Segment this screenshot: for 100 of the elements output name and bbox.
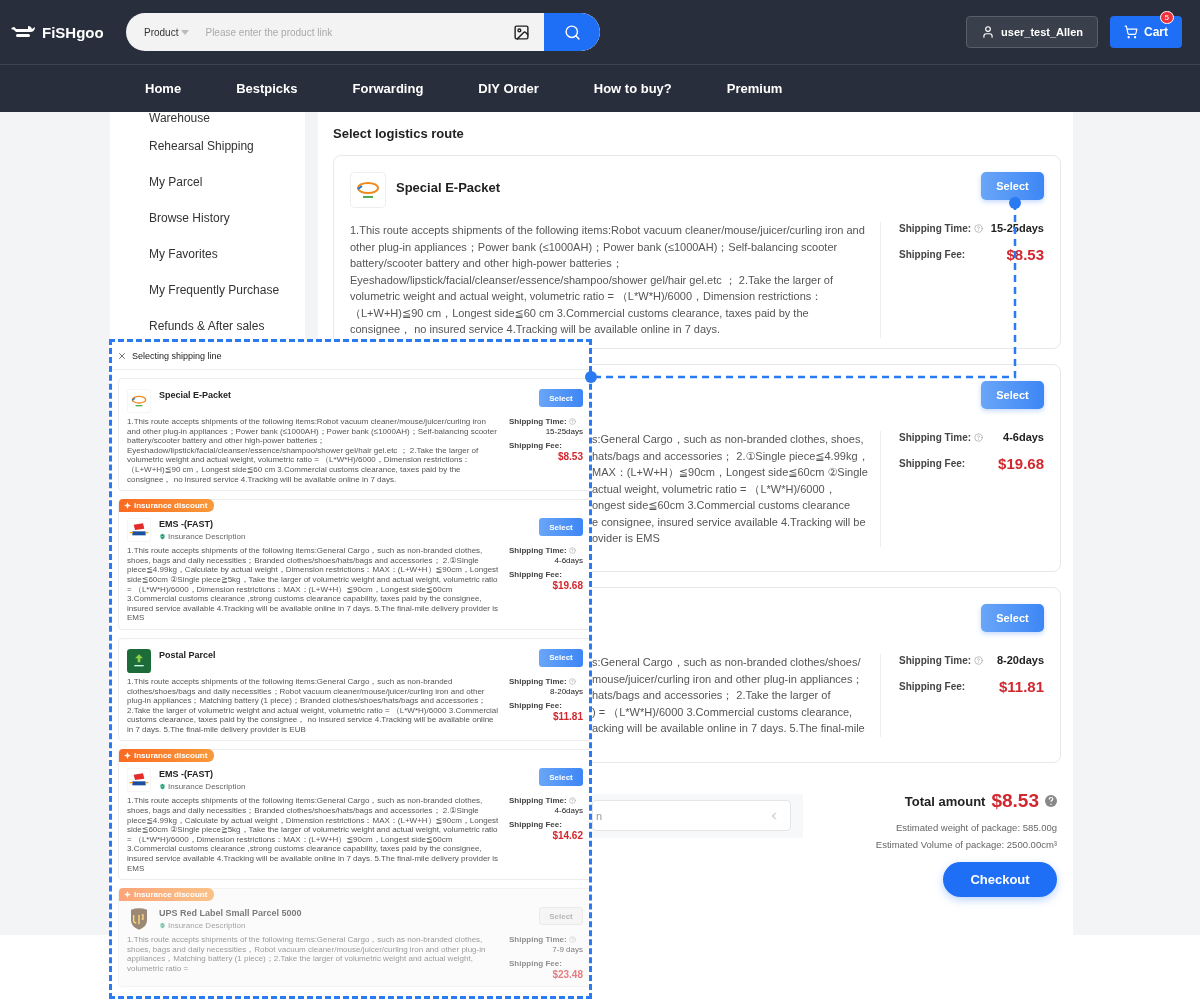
section-title: Select logistics route (333, 126, 465, 141)
shipping-time: 4-6days (554, 806, 583, 816)
shipping-time: 8-20days (995, 654, 1044, 666)
search-field[interactable]: Please enter the product link (203, 25, 513, 39)
discount-badge: Insurance discount (119, 749, 215, 763)
nav-link[interactable]: DIY Order (478, 80, 539, 96)
shipping-time: 15-25days (989, 222, 1044, 234)
route-description: 1.This route accepts shipments of the following items:General Cargo，such as non-branded clothes, shoes, bags and daily necessities；Branded clothes/shoes/hats/bags and accessories； 2.①Single piece≦4.99kg，Calculate by actual weight，Dimension restrictions：MAX：(L+W+H）≦90cm，Longest side≦60cm ②Single piece≧5kg，Take the larger of volumetric weight and actual weight, volumetric ratio = （L*W*H)/6000，Dimension restrictions：MAX：(L+W+H）≦90cm，Longest side≦60cm 3.Commercial customs clearance ,strong customs clearance capability, taxes paid by the consignee, insured service available 4.Tracking will be available online in 7 days. 5.The final-mile delivery provider is EMS (127, 796, 499, 874)
route-logo-icon (127, 518, 151, 543)
help-icon (568, 677, 576, 685)
panel-title: Selecting shipping line (132, 350, 222, 361)
shipping-fee-label: Shipping Fee: (899, 457, 967, 471)
route-description-line: ) = （L*W*H)/6000 3.Commercial customs clearance, (592, 704, 854, 720)
route-description-line: ovider is EMS (592, 531, 661, 546)
help-icon (568, 797, 576, 805)
sparkle-icon (124, 502, 131, 510)
package-volume: Estimated Volume of package: 2500.00cm³ (875, 839, 1057, 850)
shipping-fee: $8.53 (1005, 246, 1044, 263)
sparkle-icon (124, 891, 131, 899)
package-weight: Estimated weight of package: 585.00g (895, 822, 1057, 833)
sidebar-item[interactable]: Rehearsal Shipping (110, 137, 305, 155)
shipping-time-label: Shipping Time: (899, 431, 984, 443)
shipping-fee: $19.68 (552, 580, 583, 592)
route-description: 1.This route accepts shipments of the following items:Robot vacuum cleaner/mouse/juicer/curling iron and other plug-in appliances；Power bank (≤1000AH)；Power bank (≤1000AH)；Self-balancing scooter battery/scooter battery and other high-power batteries；Eyeshadow/lipstick/facial/cleanser/essence/shampoo/shower gel/hair gel.etc ； 2.Take the larger of volumetric weight and actual weight, volumetric ratio = （L*W*H)/6000，Dimension restrictions：（L+W+H)≦90 cm，Longest side≦60 cm 3.Commercial customs clearance, taxes paid by the consignee， no insured service 4.Tracking will be available online in 7 days. (127, 417, 498, 485)
help-icon (974, 432, 984, 442)
image-search-icon[interactable] (513, 23, 530, 41)
route-name: Special E-Packet (396, 180, 501, 195)
brand-logo[interactable]: FiSHgoo (42, 23, 104, 41)
nav-link[interactable]: Bestpicks (236, 80, 298, 96)
insurance-link[interactable]: Insurance Description (159, 782, 246, 792)
help-icon (1045, 795, 1057, 807)
shipping-time: 8-20days (550, 686, 583, 696)
route-description-line: acking will be available online in 7 days. 5.The final-mile (592, 721, 865, 736)
nav-link[interactable]: Premium (726, 80, 783, 96)
route-name: UPS Red Label Small Parcel 5000 (159, 908, 302, 919)
shipping-fee: $11.81 (552, 710, 583, 722)
user-icon (981, 25, 996, 39)
search-icon (563, 23, 581, 41)
sidebar-item[interactable]: My Parcel (110, 173, 305, 191)
route-description-line: hats/bags and accessories； 2.①Single piece≦4.99kg， (592, 448, 865, 464)
nav-link[interactable]: Forwarding (352, 80, 424, 96)
shipping-fee: $14.62 (552, 830, 583, 842)
help-icon (974, 655, 984, 665)
shipping-time: 4-6days (554, 556, 583, 566)
shipping-fee-label: Shipping Fee: (509, 570, 562, 580)
route-logo-icon (127, 389, 151, 413)
help-icon (568, 936, 576, 944)
shipping-time-label: Shipping Time: (899, 222, 984, 234)
help-icon (568, 547, 576, 555)
shield-icon (159, 533, 166, 541)
shield-icon (159, 922, 166, 930)
nav-link[interactable]: Home (145, 80, 182, 96)
shipping-fee: $23.48 (552, 969, 583, 981)
discount-badge: Insurance discount (119, 888, 215, 902)
route-description: 1.This route accepts shipments of the following items:Robot vacuum cleaner/mouse/juicer/curling iron and other plug-in appliances；Power bank (≤1000AH)；Power bank (≤1000AH)；Self-balancing scooter battery/scooter battery and other high-power batteries；Eyeshadow/lipstick/facial/cleanser/essence/shampoo/shower gel/hair gel.etc ； 2.Take the larger of volumetric weight and actual weight, volumetric ratio = （L*W*H)/6000，Dimension restrictions：（L+W+H)≦90 cm，Longest side≦60 cm 3.Commercial customs clearance, taxes paid by the consignee， no insured service 4.Tracking will be available online in 7 days. (350, 223, 865, 337)
shipping-time-label: Shipping Time: (509, 935, 576, 945)
route-name: EMS -(FAST) (159, 769, 214, 780)
checkout-button[interactable]: Checkout (943, 862, 1057, 897)
shipping-fee-label: Shipping Fee: (509, 959, 562, 969)
route-description-line: hats/bags and accessories； 2.Take the larger of (592, 688, 832, 703)
discount-badge: Insurance discount (119, 499, 215, 513)
search-button[interactable] (544, 13, 600, 51)
route-description: 1.This route accepts shipments of the following items:General Cargo，such as non-branded clothes, shoes, bags and daily necessities，Robot vacuum cleaner/mouse/juicer/curling iron and other plug-in appliances，Matching battery (1 piece)；2.Take the larger of volumetric weight and actual weight, volumetric ratio = (127, 935, 487, 975)
shipping-time-label: Shipping Time: (509, 676, 576, 686)
route-description-line: actual weight, volumetric ratio = （L*W*H)/6000， (592, 481, 837, 497)
shipping-fee-label: Shipping Fee: (899, 680, 967, 694)
route-name: Postal Parcel (159, 649, 216, 660)
route-name: Special E-Packet (159, 390, 232, 400)
shipping-time-label: Shipping Time: (509, 796, 576, 806)
route-description-line: mouse/juicer/curling iron and other plug-in appliances； (592, 671, 865, 687)
sidebar-item[interactable]: My Favorites (110, 245, 305, 263)
shipping-fee-label: Shipping Fee: (899, 248, 967, 262)
sidebar-item[interactable]: Refunds & After sales (110, 317, 305, 335)
shipping-time: 4-6days (1002, 431, 1044, 443)
category-dropdown[interactable]: Product (126, 26, 190, 38)
shipping-fee: $19.68 (997, 455, 1044, 472)
sidebar-item[interactable]: Browse History (110, 209, 305, 227)
shipping-time: 15-25days (545, 427, 583, 436)
close-icon[interactable] (117, 350, 127, 361)
help-icon (568, 418, 576, 425)
shipping-fee-label: Shipping Fee: (509, 820, 562, 830)
caret-icon (181, 29, 190, 35)
insurance-link[interactable]: Insurance Description (159, 532, 246, 542)
whale-logo-icon (10, 24, 36, 40)
sidebar-item[interactable]: Warehouse (110, 112, 305, 124)
route-logo-icon (127, 768, 151, 793)
shipping-fee: $11.81 (997, 678, 1044, 695)
sidebar-item[interactable]: My Frequently Purchase (110, 281, 305, 299)
route-logo-icon (127, 648, 151, 673)
route-description-line: s:General Cargo，such as non-branded clothes/shoes/ (592, 655, 862, 670)
cart-icon (1124, 25, 1138, 39)
shipping-time: 7-9 days (552, 945, 583, 955)
help-icon (974, 223, 984, 233)
route-description-line: ongest side≦60cm 3.Commercial customs clearance (592, 498, 852, 513)
nav-link[interactable]: How to buy? (593, 80, 672, 96)
route-description-line: e consignee, insured service available 4.Tracking will be (592, 514, 865, 530)
shipping-fee-label: Shipping Fee: (509, 700, 562, 710)
route-description: 1.This route accepts shipments of the following items:General Cargo，such as non-branded clothes, shoes, bags and daily necessities；Branded clothes/shoes/hats/bags and accessories； 2.①Single piece≦4.99kg，Calculate by actual weight，Dimension restrictions：MAX：(L+W+H）≦90cm，Longest side≦60cm ②Single piece≧5kg，Take the larger of volumetric weight and actual weight, volumetric ratio = （L*W*H)/6000，Dimension restrictions：MAX：(L+W+H）≦90cm，Longest side≦60cm 3.Commercial customs clearance ,strong customs clearance capability, taxes paid by the consignee, insured service available 4.Tracking will be available online in 7 days. 5.The final-mile delivery provider is EMS (127, 546, 499, 623)
user-button[interactable]: user_test_Allen (966, 16, 1098, 48)
shipping-time-label: Shipping Time: (509, 546, 576, 556)
